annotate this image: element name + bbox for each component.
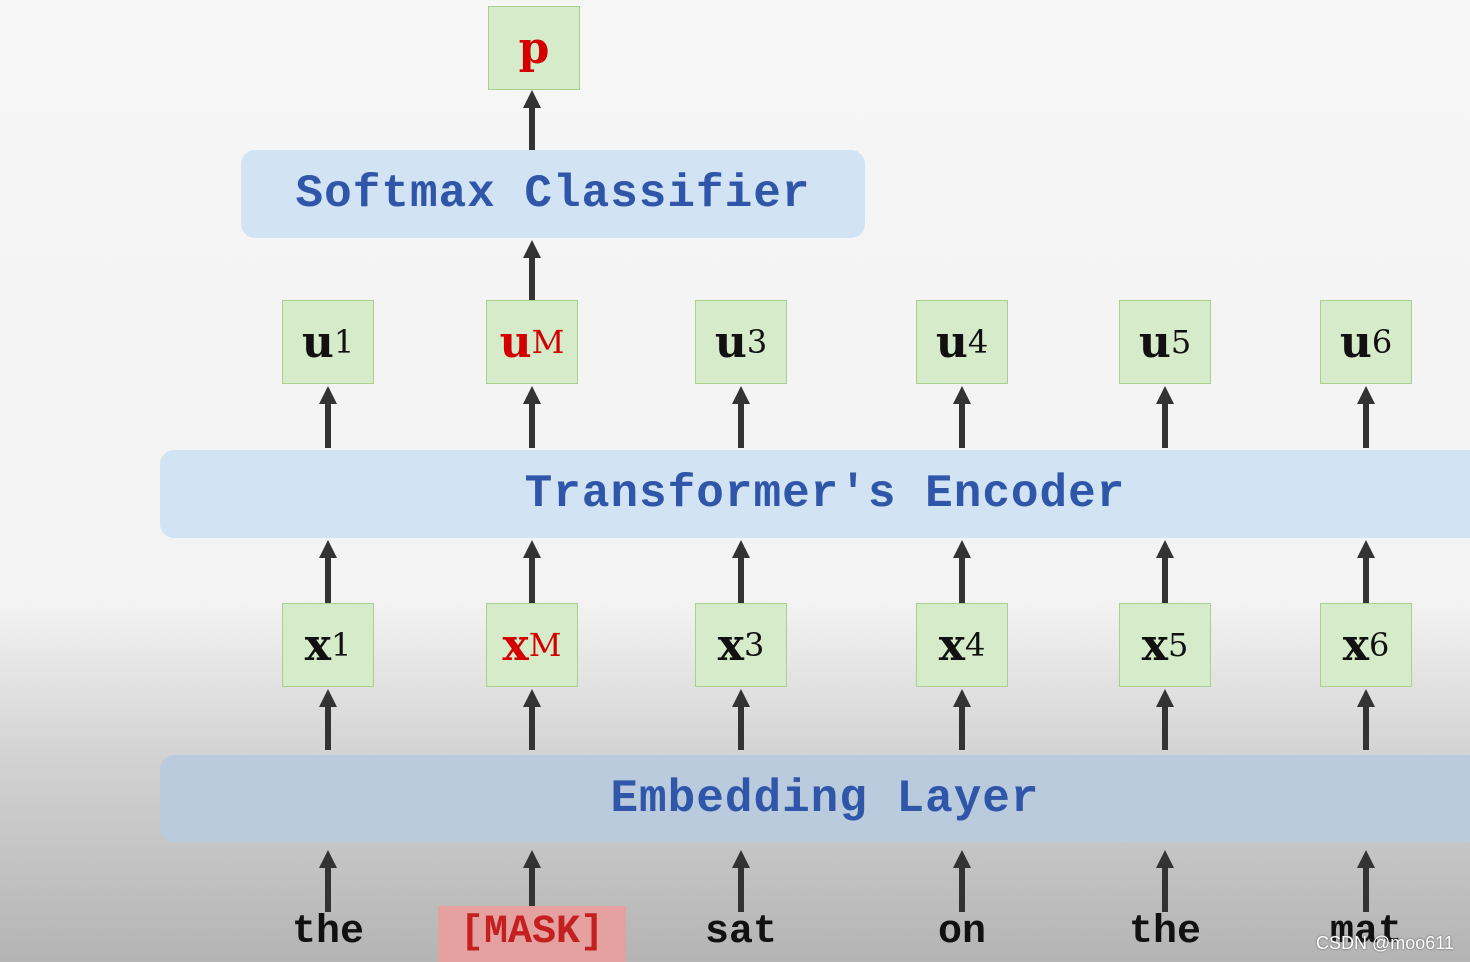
input-vector-symbol: x bbox=[717, 619, 744, 671]
arrow bbox=[523, 240, 541, 300]
output-vector-symbol: u bbox=[499, 316, 532, 368]
input-word: the bbox=[291, 910, 365, 955]
output-vector-subscript: M bbox=[531, 323, 565, 361]
arrow bbox=[953, 386, 971, 448]
arrow bbox=[523, 386, 541, 448]
input-vector-subscript: 3 bbox=[743, 626, 765, 664]
arrow bbox=[1156, 850, 1174, 912]
input-vector-box: x5 bbox=[1119, 603, 1211, 687]
arrow bbox=[1156, 386, 1174, 448]
input-vector-symbol: x bbox=[938, 619, 965, 671]
arrow bbox=[319, 689, 337, 750]
input-vector-symbol: x bbox=[1141, 619, 1168, 671]
input-vector-subscript: 1 bbox=[330, 626, 352, 664]
output-vector-subscript: 3 bbox=[746, 323, 768, 361]
input-word: on bbox=[937, 910, 987, 955]
arrow bbox=[1357, 850, 1375, 912]
input-vector-subscript: 6 bbox=[1368, 626, 1390, 664]
input-vector-symbol: x bbox=[502, 619, 529, 671]
arrow bbox=[523, 90, 541, 150]
input-vector-box: x1 bbox=[282, 603, 374, 687]
arrow bbox=[732, 689, 750, 750]
input-word: sat bbox=[704, 910, 778, 955]
arrow bbox=[1357, 540, 1375, 603]
arrow bbox=[319, 386, 337, 448]
output-vector-subscript: 6 bbox=[1371, 323, 1393, 361]
output-vector-symbol: u bbox=[1339, 316, 1372, 368]
softmax-classifier: Softmax Classifier bbox=[241, 150, 865, 238]
output-vector-symbol: u bbox=[714, 316, 747, 368]
arrow bbox=[319, 540, 337, 603]
arrow bbox=[1357, 689, 1375, 750]
watermark: CSDN @moo611 bbox=[1316, 933, 1454, 953]
softmax-label: Softmax Classifier bbox=[295, 168, 811, 220]
input-vector-subscript: 4 bbox=[964, 626, 986, 664]
output-vector-symbol: u bbox=[935, 316, 968, 368]
embedding-layer: Embedding Layer bbox=[160, 755, 1470, 842]
input-vector-box: x6 bbox=[1320, 603, 1412, 687]
input-vector-symbol: x bbox=[304, 619, 331, 671]
output-vector-box: u4 bbox=[916, 300, 1008, 384]
arrow bbox=[732, 386, 750, 448]
arrow bbox=[732, 540, 750, 603]
arrow bbox=[1156, 689, 1174, 750]
transformer-encoder: Transformer's Encoder bbox=[160, 450, 1470, 538]
output-vector-subscript: 1 bbox=[333, 323, 355, 361]
embedding-label: Embedding Layer bbox=[610, 772, 1040, 825]
input-vector-box: x3 bbox=[695, 603, 787, 687]
arrow bbox=[523, 540, 541, 603]
output-vector-box: uM bbox=[486, 300, 578, 384]
input-vector-symbol: x bbox=[1342, 619, 1369, 671]
encoder-label: Transformer's Encoder bbox=[524, 468, 1126, 520]
arrow bbox=[319, 850, 337, 912]
output-vector-subscript: 5 bbox=[1170, 323, 1192, 361]
arrow bbox=[732, 850, 750, 912]
arrow bbox=[953, 689, 971, 750]
arrow bbox=[523, 689, 541, 750]
arrow bbox=[1156, 540, 1174, 603]
input-word: the bbox=[1128, 910, 1202, 955]
output-vector-symbol: u bbox=[1138, 316, 1171, 368]
output-vector-subscript: 4 bbox=[967, 323, 989, 361]
output-vector-box: u3 bbox=[695, 300, 787, 384]
arrow bbox=[1357, 386, 1375, 448]
output-vector-box: u1 bbox=[282, 300, 374, 384]
arrow bbox=[953, 850, 971, 912]
output-p-label: p bbox=[518, 22, 550, 74]
arrow bbox=[953, 540, 971, 603]
output-p-box: p bbox=[488, 6, 580, 90]
input-vector-box: x4 bbox=[916, 603, 1008, 687]
output-vector-symbol: u bbox=[301, 316, 334, 368]
mask-token: [MASK] bbox=[437, 906, 627, 962]
arrow bbox=[523, 850, 541, 912]
input-vector-subscript: 5 bbox=[1167, 626, 1189, 664]
input-vector-box: xM bbox=[486, 603, 578, 687]
input-vector-subscript: M bbox=[528, 626, 562, 664]
output-vector-box: u6 bbox=[1320, 300, 1412, 384]
output-vector-box: u5 bbox=[1119, 300, 1211, 384]
